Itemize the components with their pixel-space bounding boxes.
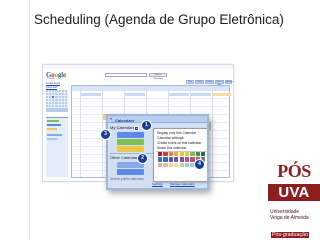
week-grid-header xyxy=(72,86,229,91)
color-swatch[interactable] xyxy=(174,162,179,168)
callout-badge-3: 3 xyxy=(101,130,110,139)
color-swatch[interactable] xyxy=(184,157,190,162)
tab-next-4-days[interactable]: Next 4 days xyxy=(215,80,224,86)
other-calendars-label: Other Calendars xyxy=(110,155,140,160)
tab-month[interactable]: Month xyxy=(205,80,214,84)
calendar-event[interactable] xyxy=(125,93,145,96)
color-swatch[interactable] xyxy=(190,152,195,157)
mini-month-calendar[interactable] xyxy=(46,90,68,112)
pos-wordmark: PÓS xyxy=(277,161,311,181)
calendar-color-chip[interactable] xyxy=(117,146,144,152)
color-swatch[interactable] xyxy=(184,152,190,157)
quick-add-link[interactable]: Quick Add xyxy=(46,86,57,89)
menu-display-only[interactable]: Display only this Calendar xyxy=(157,131,196,135)
settings-link[interactable]: Settings xyxy=(152,182,163,188)
my-calendars-heading[interactable]: My Calendars xyxy=(110,125,135,131)
collapse-triangle-icon[interactable] xyxy=(110,118,112,121)
sidebar-calendar-entry[interactable] xyxy=(47,128,57,131)
my-calendars-label: My Calendars xyxy=(110,125,135,130)
color-swatch[interactable] xyxy=(179,152,184,157)
manage-calendars-link[interactable]: Manage calendars xyxy=(170,182,195,188)
calendar-search-input[interactable] xyxy=(105,73,147,77)
menu-calendar-settings[interactable]: Calendar settings xyxy=(157,136,183,140)
calendar-event[interactable] xyxy=(169,93,189,96)
callout-badge-2: 2 xyxy=(138,154,147,163)
other-calendars-heading[interactable]: Other Calendars xyxy=(110,155,139,161)
callout-badge-4: 4 xyxy=(195,160,204,169)
color-swatch[interactable] xyxy=(158,162,163,168)
university-logo: PÓS UVA Universidade Veiga de Almeida Pó… xyxy=(268,161,320,240)
uva-wordmark: UVA xyxy=(268,184,320,201)
tab-day[interactable]: Day xyxy=(186,80,194,84)
calendar-color-chip[interactable] xyxy=(117,132,144,138)
color-swatch[interactable] xyxy=(158,157,163,162)
sidebar-calendar-entry[interactable] xyxy=(47,124,61,127)
calendar-event[interactable] xyxy=(191,93,211,96)
calendar-chip-fill xyxy=(117,132,144,138)
menu-create-event[interactable]: Create event on this calendar xyxy=(157,141,201,145)
calendar-context-menu: Display only this Calendar Calendar sett… xyxy=(153,128,207,182)
calendars-section-header[interactable]: Calendars xyxy=(108,116,207,123)
logo-subtitle: Calendar xyxy=(47,78,56,80)
color-swatch[interactable] xyxy=(174,152,179,157)
sidebar-calendar-entry[interactable] xyxy=(47,120,59,123)
color-swatch[interactable] xyxy=(163,162,168,168)
search-public-calendars-input[interactable]: Search public calendars xyxy=(110,177,144,183)
calendar-event[interactable] xyxy=(213,93,231,96)
section-divider xyxy=(110,153,159,154)
callout-badge-1: 1 xyxy=(142,121,151,130)
tab-agenda[interactable]: Agenda xyxy=(225,80,233,84)
color-swatch[interactable] xyxy=(168,152,174,157)
color-swatch[interactable] xyxy=(184,162,190,168)
sidebar-calendar-entry[interactable] xyxy=(47,134,62,137)
color-swatch[interactable] xyxy=(174,157,179,162)
postgraduate-label: Pós-graduação xyxy=(271,232,309,238)
color-swatch[interactable] xyxy=(158,152,163,157)
color-swatch[interactable] xyxy=(163,152,168,157)
calendar-options-dropdown-icon[interactable] xyxy=(134,125,139,131)
create-event-link[interactable]: Create Event xyxy=(46,82,60,85)
menu-share-calendar[interactable]: Share this calendar xyxy=(157,146,186,150)
swatch-row xyxy=(158,152,206,157)
color-swatch[interactable] xyxy=(179,157,184,162)
color-swatch[interactable] xyxy=(190,157,195,162)
university-name-line: Veiga de Almeida xyxy=(270,215,309,221)
color-swatch[interactable] xyxy=(168,162,174,168)
calendar-top-bar xyxy=(43,65,233,69)
color-swatch[interactable] xyxy=(195,152,201,157)
calendar-color-chip[interactable] xyxy=(117,162,144,168)
calendars-header-label: Calendars xyxy=(115,117,135,123)
tab-week[interactable]: Week xyxy=(195,80,204,84)
calendar-color-chip[interactable] xyxy=(117,139,144,145)
calendar-event[interactable] xyxy=(81,93,101,96)
calendar-sidebar-list xyxy=(46,117,68,177)
sidebar-calendar-entry[interactable] xyxy=(47,138,58,141)
color-swatch[interactable] xyxy=(163,157,168,162)
calendar-color-chip[interactable] xyxy=(117,169,144,175)
color-swatch[interactable] xyxy=(201,152,206,157)
color-swatch[interactable] xyxy=(190,162,195,168)
color-swatch[interactable] xyxy=(179,162,184,168)
slide-left-rule xyxy=(29,0,30,240)
slide-title: Scheduling (Agenda de Grupo Eletrônica) xyxy=(34,12,284,27)
color-swatch[interactable] xyxy=(168,157,174,162)
search-calendars-button[interactable]: Search Calendars xyxy=(149,73,167,80)
calendar-list-zoom-panel: Calendars My Calendars Other Calendars S… xyxy=(106,114,209,190)
menu-divider xyxy=(156,150,207,151)
